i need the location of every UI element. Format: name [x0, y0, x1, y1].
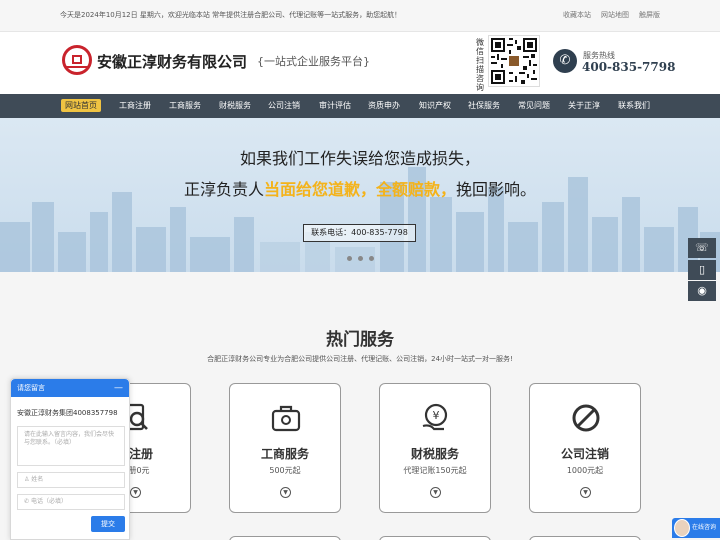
message-widget-title: 请您留言 — [17, 384, 45, 392]
headset-icon[interactable]: ☏ — [688, 238, 716, 258]
phone-placeholder: 电话（必填） — [30, 498, 67, 505]
nav-home[interactable]: 网站首页 — [61, 99, 101, 112]
banner-promise-highlight: 当面给您道歉，全额赔款， — [263, 180, 456, 199]
top-bar: 今天是2024年10月12日 星期六，欢迎光临本站 常年提供注册合肥公司、代理记… — [0, 0, 720, 32]
service-card-tax[interactable]: ¥ 财税服务 代理记账150元起 ▼ — [379, 383, 491, 513]
leave-message-widget: 请您留言 — 安徽正淳财务集团4008357798 请在此输入留言内容，我们会尽… — [10, 378, 130, 540]
nav-social-security[interactable]: 社保服务 — [468, 99, 500, 112]
wechat-qr-code — [488, 35, 540, 87]
message-widget-header[interactable]: 请您留言 — — [11, 379, 129, 397]
nav-business-services[interactable]: 工商服务 — [169, 99, 201, 112]
online-chat-button[interactable]: 在线咨询 — [672, 518, 720, 538]
banner-promise-suffix: 挽回影响。 — [456, 180, 537, 199]
mobile-version-link[interactable]: 触屏版 — [639, 10, 660, 20]
carousel-dot[interactable] — [369, 256, 374, 261]
service-name: 工商服务 — [260, 447, 309, 461]
chevron-down-icon[interactable]: ▼ — [580, 487, 591, 498]
service-name: 公司注销 — [560, 447, 609, 461]
service-name: 财税服务 — [410, 447, 459, 461]
nav-intellectual-property[interactable]: 知识产权 — [419, 99, 451, 112]
service-card-next-row — [379, 536, 491, 540]
welcome-text: 今天是2024年10月12日 星期六，欢迎光临本站 常年提供注册合肥公司、代理记… — [60, 11, 402, 19]
site-header: 安徽正淳财务有限公司 {一站式企业服务平台} 微信扫描咨询 ✆ 服务热线 400… — [0, 32, 720, 94]
banner-promise: 正淳负责人当面给您道歉，全额赔款，挽回影响。 — [0, 176, 720, 200]
name-placeholder: 姓名 — [31, 476, 44, 483]
briefcase-icon — [271, 405, 301, 432]
hero-banner[interactable]: 如果我们工作失误给您造成损失， 正淳负责人当面给您道歉，全额赔款，挽回影响。 联… — [0, 118, 720, 272]
message-textarea[interactable]: 请在此输入留言内容，我们会尽快与您联系。（必填） — [17, 426, 125, 466]
carousel-dot[interactable] — [347, 256, 352, 261]
company-name[interactable]: 安徽正淳财务有限公司 — [97, 51, 247, 72]
avatar — [674, 519, 690, 537]
service-price: 1000元起 — [566, 466, 604, 475]
phone-small-icon: ✆ — [24, 498, 31, 505]
banner-promise-prefix: 正淳负责人 — [183, 180, 264, 199]
mobile-icon[interactable]: ▯ — [688, 260, 716, 280]
phone-icon: ✆ — [553, 49, 577, 73]
service-price: 代理记账150元起 — [403, 466, 467, 475]
yen-hand-icon: ¥ — [422, 403, 448, 431]
nav-contact[interactable]: 联系我们 — [618, 99, 650, 112]
chevron-down-icon[interactable]: ▼ — [430, 487, 441, 498]
banner-contact-box[interactable]: 联系电话：400-835-7798 — [303, 224, 416, 242]
submit-button[interactable]: 提交 — [91, 516, 125, 532]
service-price: 500元起 — [269, 466, 301, 475]
ban-icon — [572, 404, 600, 432]
chevron-down-icon[interactable]: ▼ — [280, 487, 291, 498]
services-subtitle: 合肥正淳财务公司专业为合肥公司提供公司注册、代理记账、公司注销，24小时一站式一… — [207, 355, 513, 363]
top-links: 收藏本站 网站地图 触屏版 — [563, 10, 660, 20]
service-card-deregistration[interactable]: 公司注销 1000元起 ▼ — [529, 383, 641, 513]
nav-faq[interactable]: 常见问题 — [518, 99, 550, 112]
service-card-next-row — [229, 536, 341, 540]
minimize-icon[interactable]: — — [114, 379, 123, 397]
banner-headline: 如果我们工作失误给您造成损失， — [239, 149, 480, 168]
nav-qualification[interactable]: 资质申办 — [368, 99, 400, 112]
svg-text:¥: ¥ — [433, 409, 440, 422]
name-field[interactable]: ♙ 姓名 — [17, 472, 125, 488]
nav-company-deregistration[interactable]: 公司注销 — [268, 99, 300, 112]
hotline-number[interactable]: 400-835-7798 — [582, 60, 675, 74]
nav-about[interactable]: 关于正淳 — [568, 99, 600, 112]
nav-audit-evaluation[interactable]: 审计评估 — [319, 99, 351, 112]
nav-tax-services[interactable]: 财税服务 — [219, 99, 251, 112]
company-logo[interactable] — [62, 45, 92, 75]
bookmark-link[interactable]: 收藏本站 — [563, 10, 591, 20]
wechat-icon[interactable]: ◉ — [688, 281, 716, 301]
slogan: {一站式企业服务平台} — [257, 55, 370, 68]
sitemap-link[interactable]: 网站地图 — [601, 10, 629, 20]
service-card-business[interactable]: 工商服务 500元起 ▼ — [229, 383, 341, 513]
carousel-dots — [347, 256, 374, 261]
qr-label: 微信扫描咨询 — [476, 38, 484, 92]
nav-business-registration[interactable]: 工商注册 — [119, 99, 151, 112]
online-chat-label: 在线咨询 — [692, 524, 717, 531]
services-title: 热门服务 — [326, 330, 394, 350]
message-group-name: 安徽正淳财务集团4008357798 — [17, 409, 118, 417]
main-nav: 网站首页 工商注册 工商服务 财税服务 公司注销 审计评估 资质申办 知识产权 … — [0, 94, 720, 118]
carousel-dot[interactable] — [358, 256, 363, 261]
chevron-down-icon[interactable]: ▼ — [130, 487, 141, 498]
phone-field[interactable]: ✆ 电话（必填） — [17, 494, 125, 510]
service-card-next-row — [529, 536, 641, 540]
